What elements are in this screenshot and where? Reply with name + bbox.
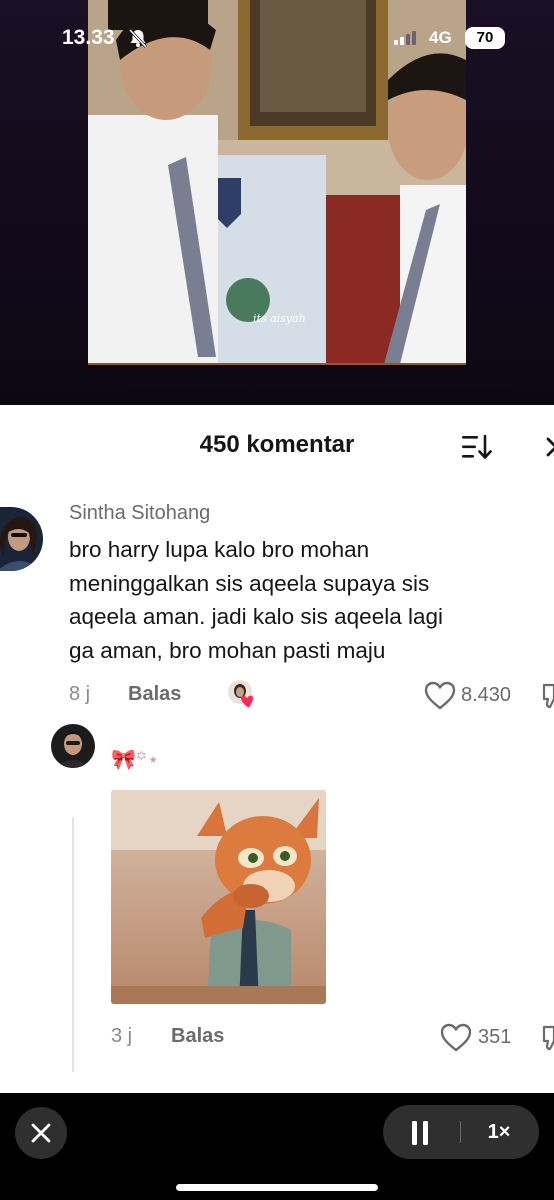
status-time: 13.33	[62, 26, 115, 49]
heart-outline-icon[interactable]	[440, 1023, 472, 1053]
video-still: its aisyah	[88, 0, 466, 363]
comment-text-line: ga aman, bro mohan pasti maju	[69, 637, 386, 663]
video-frame[interactable]: its aisyah	[88, 0, 466, 365]
signal-icon	[394, 31, 416, 45]
close-icon	[31, 1123, 51, 1143]
pause-button[interactable]	[403, 1119, 437, 1147]
comments-sheet: 450 komentar Sintha Sitohang bro harry l…	[0, 405, 554, 1093]
playback-speed-button[interactable]: 1×	[475, 1105, 523, 1159]
close-player-button[interactable]	[15, 1107, 67, 1159]
reply-thread-line	[72, 817, 74, 1072]
divider	[460, 1121, 461, 1143]
playback-controls: 1×	[383, 1105, 539, 1159]
like-count: 8.430	[461, 684, 512, 706]
dislike-icon[interactable]	[542, 1023, 554, 1053]
creator-avatar-icon	[228, 680, 253, 708]
bell-muted-icon	[128, 28, 148, 48]
comment-text-line: aqeela aman. jadi kalo sis aqeela lagi	[69, 604, 443, 629]
player-control-bar: 1×	[0, 1093, 554, 1200]
comment-username[interactable]: Sintha Sitohang	[69, 502, 210, 525]
comment-time: 8 j	[69, 683, 91, 705]
comment-time: 3 j	[111, 1025, 133, 1047]
avatar[interactable]	[0, 507, 43, 571]
pause-icon	[412, 1121, 428, 1145]
video-watermark: its aisyah	[253, 312, 306, 325]
comment-text: bro harry lupa kalo bro mohan meninggalk…	[69, 533, 443, 667]
like-count: 351	[478, 1026, 512, 1048]
comment-username[interactable]: 🎀꙳⋆	[111, 745, 159, 772]
close-sheet-icon[interactable]	[544, 435, 554, 459]
reply-button[interactable]: Balas	[128, 683, 181, 706]
comment-text-line: meninggalkan sis aqeela supaya sis	[69, 570, 430, 596]
status-bar: 13.33 4G 70	[0, 22, 554, 54]
heart-outline-icon[interactable]	[424, 681, 456, 711]
network-label: 4G	[429, 28, 452, 47]
creator-liked-badge	[227, 679, 257, 709]
home-indicator[interactable]	[176, 1184, 378, 1191]
sort-icon[interactable]	[460, 433, 494, 461]
dislike-icon[interactable]	[542, 681, 554, 711]
avatar[interactable]	[51, 724, 95, 768]
reply-button[interactable]: Balas	[171, 1025, 224, 1048]
comment-sticker-image[interactable]	[111, 790, 326, 1004]
comment-text-line: bro harry lupa kalo bro mohan	[69, 537, 370, 562]
battery-badge: 70	[465, 27, 505, 49]
video-area[interactable]: its aisyah 13.33 4G 70	[0, 0, 554, 405]
